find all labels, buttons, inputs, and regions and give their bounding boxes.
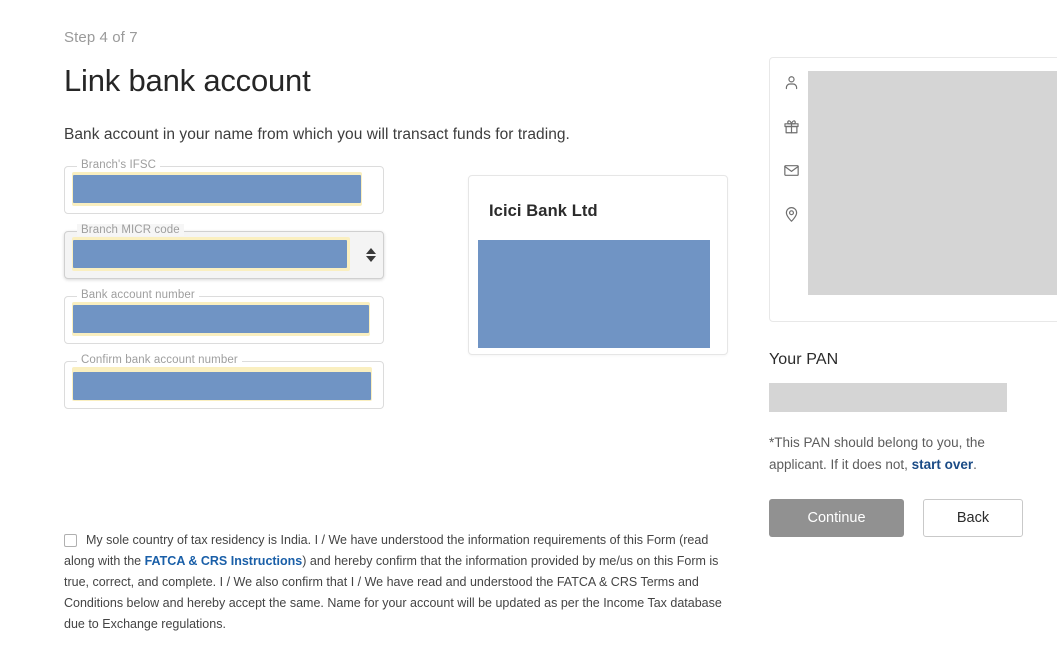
bank-info-card: Icici Bank Ltd <box>468 175 728 355</box>
tax-residency-checkbox[interactable] <box>64 534 77 547</box>
form-actions: Continue Back <box>769 499 1057 537</box>
field-label-bank-account-number: Bank account number <box>77 289 199 301</box>
field-value-redaction <box>73 240 347 268</box>
field-confirm-bank-account-number[interactable]: Confirm bank account number <box>64 354 384 409</box>
number-spinner[interactable] <box>364 243 377 267</box>
profile-summary-card <box>769 57 1057 322</box>
field-branch-ifsc[interactable]: Branch's IFSC <box>64 159 384 214</box>
continue-button[interactable]: Continue <box>769 499 904 537</box>
field-label-branch-micr-code: Branch MICR code <box>77 224 184 236</box>
bank-branch-redaction <box>478 240 710 348</box>
field-value-redaction <box>73 175 361 203</box>
envelope-icon <box>783 162 809 179</box>
gift-icon <box>783 118 809 135</box>
page-subtitle: Bank account in your name from which you… <box>64 126 570 143</box>
tax-residency-consent: My sole country of tax residency is Indi… <box>64 530 724 635</box>
pan-section-title: Your PAN <box>769 351 839 368</box>
start-over-link[interactable]: start over <box>912 457 974 472</box>
spinner-up-icon[interactable] <box>365 248 376 254</box>
field-label-confirm-bank-account-number: Confirm bank account number <box>77 354 242 366</box>
field-bank-account-number[interactable]: Bank account number <box>64 289 384 344</box>
spinner-down-icon[interactable] <box>365 256 376 262</box>
fatca-crs-instructions-link[interactable]: FATCA & CRS Instructions <box>145 554 303 568</box>
location-pin-icon <box>783 206 809 223</box>
field-value-redaction <box>73 372 371 400</box>
back-button[interactable]: Back <box>923 499 1023 537</box>
sidebar: Your PAN *This PAN should belong to you,… <box>769 57 1057 537</box>
page-title: Link bank account <box>64 63 311 98</box>
field-value-redaction <box>73 305 369 333</box>
pan-note-text-after-link: . <box>973 457 977 472</box>
bank-name: Icici Bank Ltd <box>489 202 598 220</box>
profile-details-redaction <box>808 71 1057 295</box>
field-branch-micr-code[interactable]: Branch MICR code <box>64 224 384 279</box>
profile-icon-list <box>783 74 809 223</box>
step-indicator: Step 4 of 7 <box>64 29 138 46</box>
field-label-branch-ifsc: Branch's IFSC <box>77 159 161 171</box>
bank-details-form: Branch's IFSC Branch MICR code Bank acco… <box>64 159 384 409</box>
pan-value-redaction <box>769 383 1007 412</box>
pan-disclaimer: *This PAN should belong to you, the appl… <box>769 432 1039 476</box>
person-icon <box>783 74 809 91</box>
